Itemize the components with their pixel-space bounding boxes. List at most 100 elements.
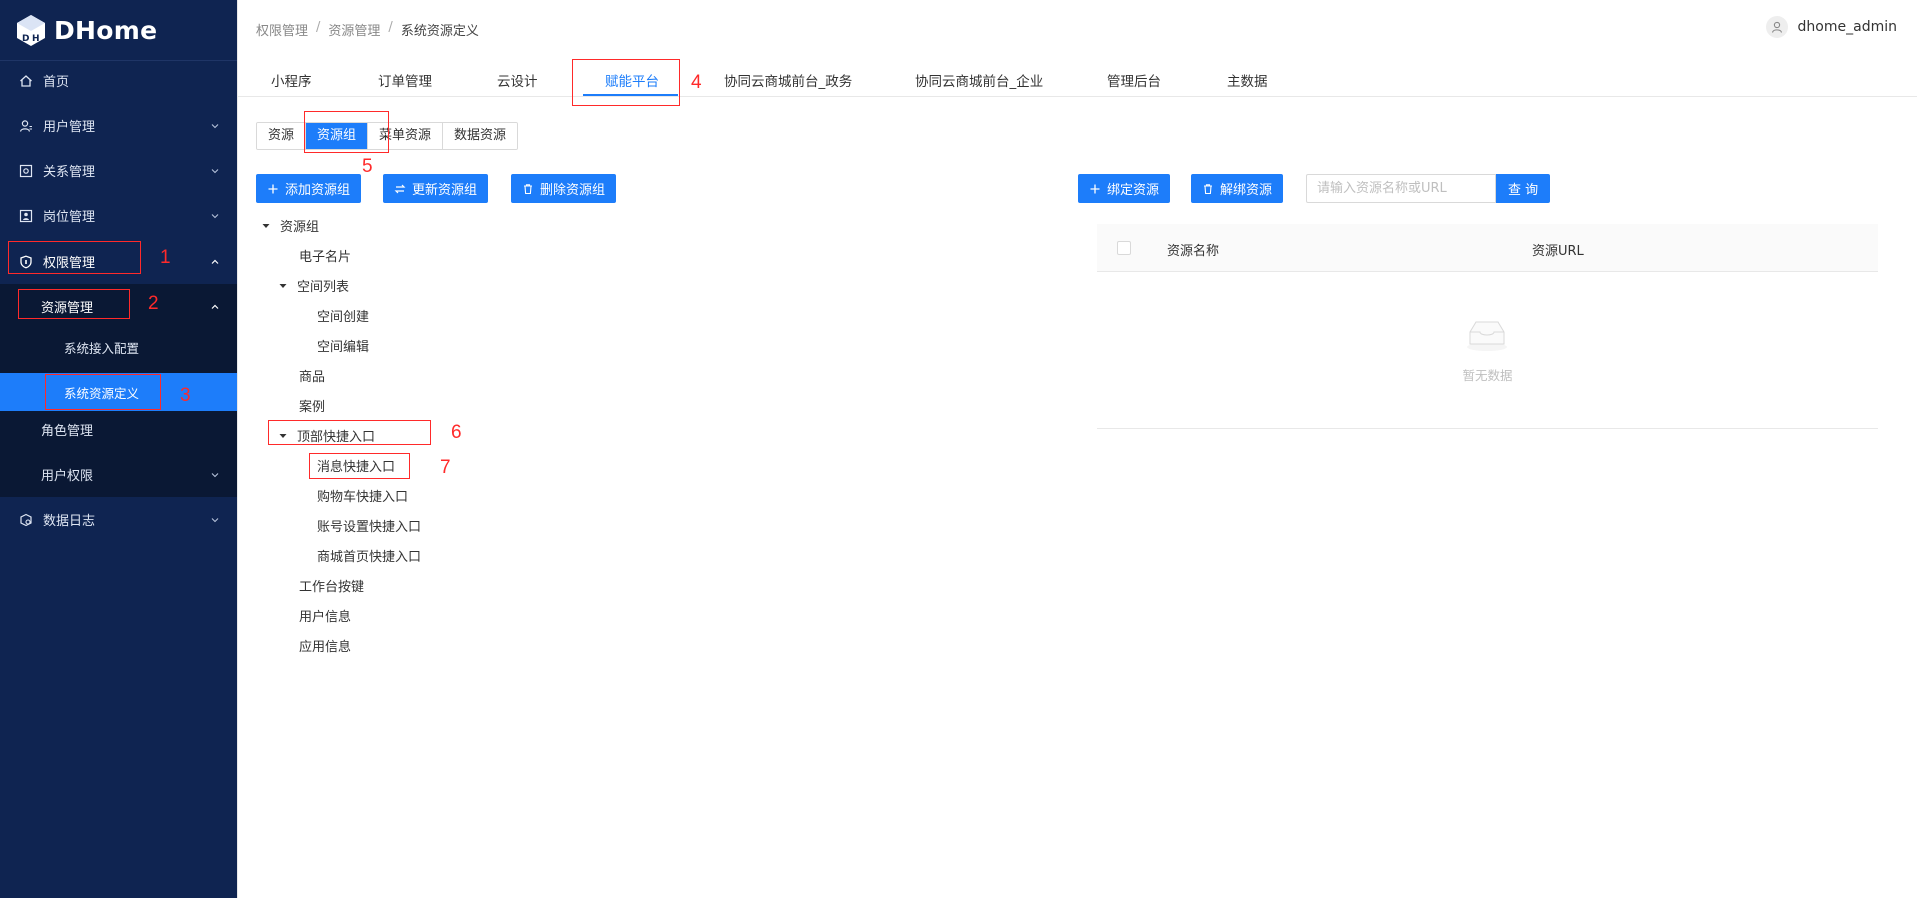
empty-inbox-icon: [1467, 321, 1507, 351]
update-resource-group-button[interactable]: 更新资源组: [383, 174, 489, 203]
chevron-down-icon: [210, 211, 220, 221]
tab-empowerment-platform[interactable]: 赋能平台: [605, 70, 659, 90]
table-empty-state: 暂无数据: [1097, 272, 1878, 429]
unbind-resource-button[interactable]: 解绑资源: [1191, 174, 1284, 203]
tree-node[interactable]: 商城首页快捷入口: [317, 546, 421, 565]
chevron-up-icon: [210, 257, 220, 267]
tree-node[interactable]: 用户信息: [299, 606, 351, 625]
tab-order-management[interactable]: 订单管理: [378, 70, 432, 90]
username: dhome_admin: [1797, 19, 1897, 35]
breadcrumb-item[interactable]: 资源管理: [328, 20, 380, 39]
tree-node[interactable]: 电子名片: [299, 246, 351, 265]
tree-node-label: 案例: [299, 400, 326, 415]
sidebar-item-data-log[interactable]: 数据日志: [0, 497, 237, 542]
sidebar-item-user-management[interactable]: 用户管理: [0, 103, 237, 148]
sidebar-item-label: 关系管理: [43, 165, 96, 180]
tab-master-data[interactable]: 主数据: [1227, 70, 1268, 90]
dhome-logo-icon: D H: [17, 15, 45, 46]
post-icon: [18, 208, 34, 224]
segment-resource-group[interactable]: 资源组: [306, 123, 369, 149]
tree-node[interactable]: 空间编辑: [317, 336, 369, 355]
delete-resource-group-button[interactable]: 删除资源组: [511, 174, 617, 203]
segment-data-resource[interactable]: 数据资源: [443, 123, 518, 149]
tab-mall-enterprise[interactable]: 协同云商城前台_企业: [915, 70, 1043, 90]
tree-node[interactable]: 商品: [299, 366, 325, 385]
tab-cloud-design[interactable]: 云设计: [497, 70, 538, 90]
shield-icon: [18, 254, 34, 270]
empty-text: 暂无数据: [1462, 368, 1513, 383]
query-button[interactable]: 查 询: [1496, 174, 1551, 203]
sidebar-item-label: 角色管理: [41, 424, 94, 439]
svg-text:H: H: [32, 34, 40, 44]
tree-node-top-shortcut[interactable]: 顶部快捷入口: [279, 426, 375, 445]
tree-node-root[interactable]: 资源组: [262, 216, 319, 235]
tab-admin-backend[interactable]: 管理后台: [1107, 70, 1161, 90]
trash-icon: [524, 183, 532, 194]
tab-mini-program[interactable]: 小程序: [271, 70, 312, 90]
user-avatar-icon: [1771, 21, 1782, 33]
tree-node[interactable]: 案例: [299, 396, 325, 415]
sidebar-item-label: 岗位管理: [43, 210, 96, 225]
tree-node-label: 空间创建: [317, 310, 370, 325]
tree-node[interactable]: 工作台按键: [299, 576, 364, 595]
sidebar-item-role-management[interactable]: 角色管理: [0, 407, 237, 452]
tree-node[interactable]: 消息快捷入口: [317, 456, 395, 475]
bind-resource-button[interactable]: 绑定资源: [1078, 174, 1171, 203]
brand-name: DHome: [54, 15, 158, 45]
tree-node[interactable]: 空间创建: [317, 306, 369, 325]
trash-icon: [1204, 183, 1212, 194]
caret-down-icon[interactable]: [279, 432, 287, 440]
annotation-number: 4: [691, 72, 702, 93]
sidebar-item-label: 用户权限: [41, 469, 94, 484]
chevron-down-icon: [210, 515, 220, 525]
button-label: 解绑资源: [1220, 183, 1273, 198]
content-divider: [237, 0, 238, 898]
sidebar-item-label: 系统接入配置: [64, 341, 140, 356]
sidebar-item-permission-management[interactable]: 权限管理: [0, 239, 237, 284]
tree-node-label: 空间编辑: [317, 340, 370, 355]
chevron-down-icon: [210, 470, 220, 480]
segment-menu-resource[interactable]: 菜单资源: [368, 123, 444, 149]
sidebar-item-label: 首页: [43, 75, 70, 90]
breadcrumb-item[interactable]: 权限管理: [256, 20, 308, 39]
chevron-down-icon: [210, 166, 220, 176]
sidebar-item-label: 系统资源定义: [64, 385, 140, 401]
plus-icon: [1090, 184, 1100, 193]
breadcrumb-separator: /: [316, 20, 321, 35]
annotation-number: 6: [451, 422, 462, 443]
sidebar-item-relation-management[interactable]: 关系管理: [0, 148, 237, 193]
tree-node-label: 商城首页快捷入口: [317, 550, 422, 565]
sidebar-item-post-management[interactable]: 岗位管理: [0, 193, 237, 238]
add-resource-group-button[interactable]: 添加资源组: [256, 174, 362, 203]
data-log-icon: [18, 512, 34, 528]
caret-down-icon[interactable]: [262, 222, 270, 230]
tree-node-label: 消息快捷入口: [317, 460, 396, 475]
tree-node[interactable]: 账号设置快捷入口: [317, 516, 421, 535]
tree-node[interactable]: 应用信息: [299, 636, 351, 655]
sidebar-item-system-resource-definition[interactable]: 系统资源定义: [0, 373, 237, 411]
resource-search-input[interactable]: [1306, 174, 1496, 203]
breadcrumb-current: 系统资源定义: [400, 24, 479, 39]
sidebar-item-home[interactable]: 首页: [0, 58, 237, 103]
sidebar-item-user-permission[interactable]: 用户权限: [0, 452, 237, 497]
avatar[interactable]: [1765, 16, 1788, 38]
user-menu[interactable]: dhome_admin: [1765, 16, 1897, 38]
sidebar-item-label: 权限管理: [43, 256, 96, 271]
tree-node[interactable]: 购物车快捷入口: [317, 486, 408, 505]
annotation-number: 7: [440, 457, 451, 478]
top-tabs: 小程序 订单管理 云设计 赋能平台 协同云商城前台_政务 协同云商城前台_企业 …: [237, 60, 1917, 97]
sidebar-item-resource-management[interactable]: 资源管理: [0, 284, 237, 329]
caret-down-icon[interactable]: [279, 282, 287, 290]
sidebar-item-system-access-config[interactable]: 系统接入配置: [0, 325, 237, 370]
resource-type-switch: 资源 资源组 菜单资源 数据资源: [256, 122, 519, 150]
segment-resource[interactable]: 资源: [257, 123, 307, 149]
home-icon: [18, 73, 34, 89]
tab-mall-gov[interactable]: 协同云商城前台_政务: [724, 70, 852, 90]
tree-node-label: 应用信息: [299, 640, 352, 655]
breadcrumb: 权限管理 / 资源管理 / 系统资源定义: [256, 20, 479, 39]
svg-text:D: D: [22, 34, 29, 44]
select-all-checkbox[interactable]: [1117, 241, 1131, 255]
annotation-number: 5: [362, 156, 373, 177]
annotation-number: 1: [160, 247, 171, 268]
tree-node-space-list[interactable]: 空间列表: [279, 276, 349, 295]
